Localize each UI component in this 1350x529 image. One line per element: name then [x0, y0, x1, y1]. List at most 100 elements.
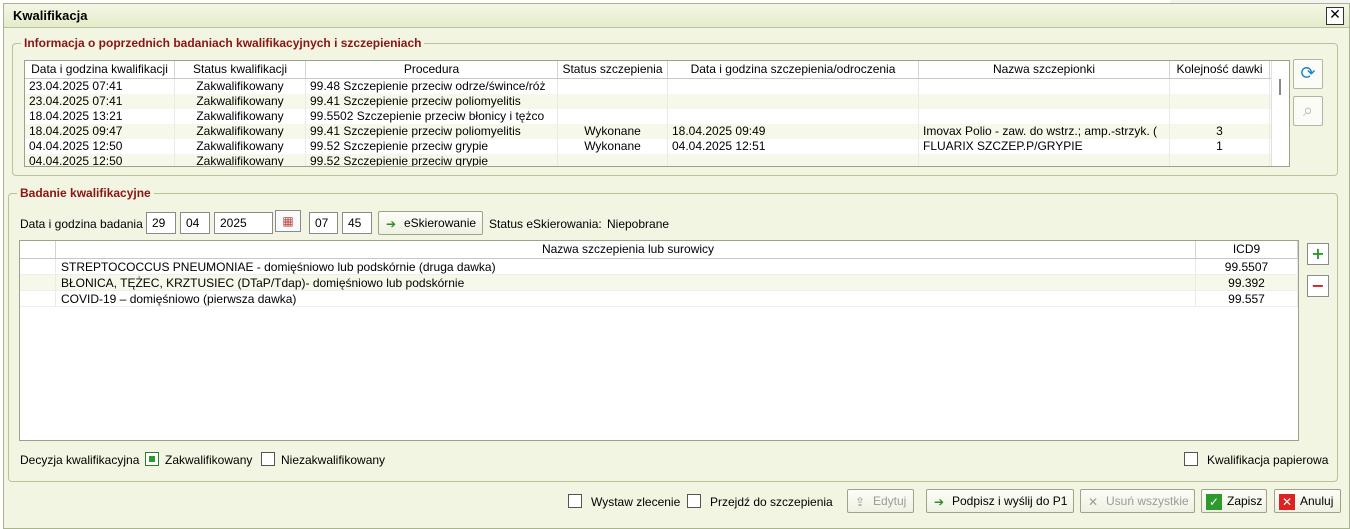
titlebar: Kwalifikacja ✕	[4, 4, 1349, 28]
cell-status: Zakwalifikowany	[175, 139, 306, 154]
col-procedure[interactable]: Procedura	[306, 61, 558, 78]
goto-vaccination-checkbox[interactable]	[687, 494, 701, 508]
cell-vacc-date	[668, 109, 919, 124]
cell-vaccine-name: COVID-19 – domięśniowo (pierwsza dawka)	[56, 291, 1196, 306]
col-vaccination-date[interactable]: Data i godzina szczepienia/odroczenia	[668, 61, 919, 78]
paper-qualification-label: Kwalifikacja papierowa	[1207, 453, 1329, 467]
cell-date: 04.04.2025 12:50	[25, 154, 175, 166]
row-selector[interactable]	[20, 259, 56, 274]
col-qualification-date[interactable]: Data i godzina kwalifikacji	[25, 61, 175, 78]
cell-procedure: 99.5502 Szczepienie przeciw błonicy i tę…	[306, 109, 558, 124]
cell-date: 18.04.2025 13:21	[25, 109, 175, 124]
scrollbar-thumb[interactable]	[1279, 79, 1281, 95]
cell-vacc-status: Wykonane	[558, 124, 668, 139]
save-label: Zapisz	[1227, 494, 1263, 508]
eskierowanie-status-label: Status eSkierowania:	[489, 217, 602, 231]
cell-vacc-status: Wykonane	[558, 139, 668, 154]
eskierowanie-button[interactable]: ➔ eSkierowanie	[378, 211, 483, 235]
col-vaccination-status[interactable]: Status szczepienia	[558, 61, 668, 78]
table-row[interactable]: 18.04.2025 13:21 Zakwalifikowany 99.5502…	[25, 109, 1289, 124]
year-input[interactable]: 2025	[214, 212, 273, 234]
minute-input[interactable]: 45	[342, 212, 372, 234]
sign-send-label: Podpisz i wyślij do P1	[952, 494, 1068, 508]
sign-send-button[interactable]: ➔ Podpisz i wyślij do P1	[926, 489, 1074, 513]
cell-procedure: 99.48 Szczepienie przeciw odrze/śwince/r…	[306, 79, 558, 94]
eskierowanie-status-value: Niepobrane	[607, 217, 670, 231]
order-label: Wystaw zlecenie	[591, 495, 681, 509]
table-row[interactable]: BŁONICA, TĘŻEC, KRZTUSIEC (DTaP/Tdap)- d…	[20, 275, 1298, 291]
history-legend: Informacja o poprzednich badaniach kwali…	[24, 36, 422, 50]
row-selector[interactable]	[20, 275, 56, 290]
cell-vaccine-name: STREPTOCOCCUS PNEUMONIAE - domięśniowo l…	[56, 259, 1196, 274]
remove-all-button[interactable]: ✕ Usuń wszystkie	[1080, 489, 1195, 513]
history-scrollbar[interactable]	[1271, 61, 1289, 166]
col-select	[20, 241, 56, 258]
cell-status: Zakwalifikowany	[175, 124, 306, 139]
eskierowanie-label: eSkierowanie	[404, 216, 477, 230]
edit-icon: ⇪	[854, 494, 866, 509]
cell-vaccine	[919, 79, 1170, 94]
decision-label: Decyzja kwalifikacyjna	[20, 453, 140, 467]
cell-date: 23.04.2025 07:41	[25, 79, 175, 94]
qualified-checkbox[interactable]	[145, 452, 159, 466]
cell-dose	[1170, 79, 1270, 94]
cell-vaccine-name: BŁONICA, TĘŻEC, KRZTUSIEC (DTaP/Tdap)- d…	[56, 275, 1196, 290]
cancel-button[interactable]: ✕ Anuluj	[1274, 489, 1341, 513]
table-row[interactable]: 18.04.2025 09:47 Zakwalifikowany 99.41 S…	[25, 124, 1289, 139]
col-icd9[interactable]: ICD9	[1196, 241, 1298, 258]
col-vaccine-name[interactable]: Nazwa szczepienia lub surowicy	[56, 241, 1196, 258]
cell-procedure: 99.41 Szczepienie przeciw poliomyelitis	[306, 124, 558, 139]
cell-vacc-status	[558, 154, 668, 166]
calendar-icon[interactable]: ▦	[275, 210, 301, 232]
cell-vaccine: Imovax Polio - zaw. do wstrz.; amp.-strz…	[919, 124, 1170, 139]
cell-dose: 3	[1170, 124, 1270, 139]
cell-vaccine	[919, 94, 1170, 109]
cell-vacc-status	[558, 79, 668, 94]
col-qualification-status[interactable]: Status kwalifikacji	[175, 61, 306, 78]
edit-button[interactable]: ⇪ Edytuj	[847, 489, 914, 513]
paper-qualification-checkbox[interactable]	[1184, 452, 1198, 466]
cell-dose	[1170, 154, 1270, 166]
table-row[interactable]: 04.04.2025 12:50 Zakwalifikowany 99.52 S…	[25, 154, 1289, 166]
export-icon: ➔	[385, 216, 397, 231]
edit-label: Edytuj	[873, 494, 907, 508]
cell-date: 18.04.2025 09:47	[25, 124, 175, 139]
cell-vacc-date: 04.04.2025 12:51	[668, 139, 919, 154]
cell-status: Zakwalifikowany	[175, 154, 306, 166]
not-qualified-checkbox[interactable]	[261, 452, 275, 466]
cell-dose	[1170, 109, 1270, 124]
cell-vacc-date	[668, 79, 919, 94]
qualified-label: Zakwalifikowany	[165, 453, 253, 467]
col-vaccine-name[interactable]: Nazwa szczepionki	[919, 61, 1170, 78]
table-row[interactable]: 23.04.2025 07:41 Zakwalifikowany 99.48 S…	[25, 79, 1289, 94]
month-input[interactable]: 04	[180, 212, 210, 234]
remove-icon[interactable]: −	[1307, 275, 1329, 297]
send-icon: ➔	[933, 494, 945, 509]
save-button[interactable]: ✓ Zapisz	[1201, 489, 1267, 513]
order-checkbox[interactable]	[568, 494, 582, 508]
not-qualified-label: Niezakwalifikowany	[281, 453, 386, 467]
cell-icd9: 99.392	[1196, 275, 1298, 290]
table-row[interactable]: 23.04.2025 07:41 Zakwalifikowany 99.41 S…	[25, 94, 1289, 109]
row-selector[interactable]	[20, 291, 56, 306]
cell-procedure: 99.52 Szczepienie przeciw grypie	[306, 154, 558, 166]
remove-all-label: Usuń wszystkie	[1106, 494, 1189, 508]
table-row[interactable]: 04.04.2025 12:50 Zakwalifikowany 99.52 S…	[25, 139, 1289, 154]
refresh-icon[interactable]: ⟳	[1293, 59, 1323, 89]
history-table: Data i godzina kwalifikacji Status kwali…	[24, 60, 1290, 167]
cancel-label: Anuluj	[1300, 494, 1334, 508]
cell-vacc-date	[668, 94, 919, 109]
search-icon[interactable]: ⌕	[1293, 96, 1323, 126]
exam-date-label: Data i godzina badania	[20, 217, 143, 231]
day-input[interactable]: 29	[146, 212, 176, 234]
hour-input[interactable]: 07	[309, 212, 338, 234]
cell-dose: 1	[1170, 139, 1270, 154]
cell-vacc-date: 18.04.2025 09:49	[668, 124, 919, 139]
table-row[interactable]: COVID-19 – domięśniowo (pierwsza dawka) …	[20, 291, 1298, 307]
check-icon: ✓	[1206, 493, 1222, 510]
close-icon[interactable]: ✕	[1326, 7, 1344, 25]
add-icon[interactable]: +	[1307, 243, 1329, 265]
col-dose-order[interactable]: Kolejność dawki	[1170, 61, 1270, 78]
remove-all-icon: ✕	[1087, 494, 1099, 509]
table-row[interactable]: STREPTOCOCCUS PNEUMONIAE - domięśniowo l…	[20, 259, 1298, 275]
